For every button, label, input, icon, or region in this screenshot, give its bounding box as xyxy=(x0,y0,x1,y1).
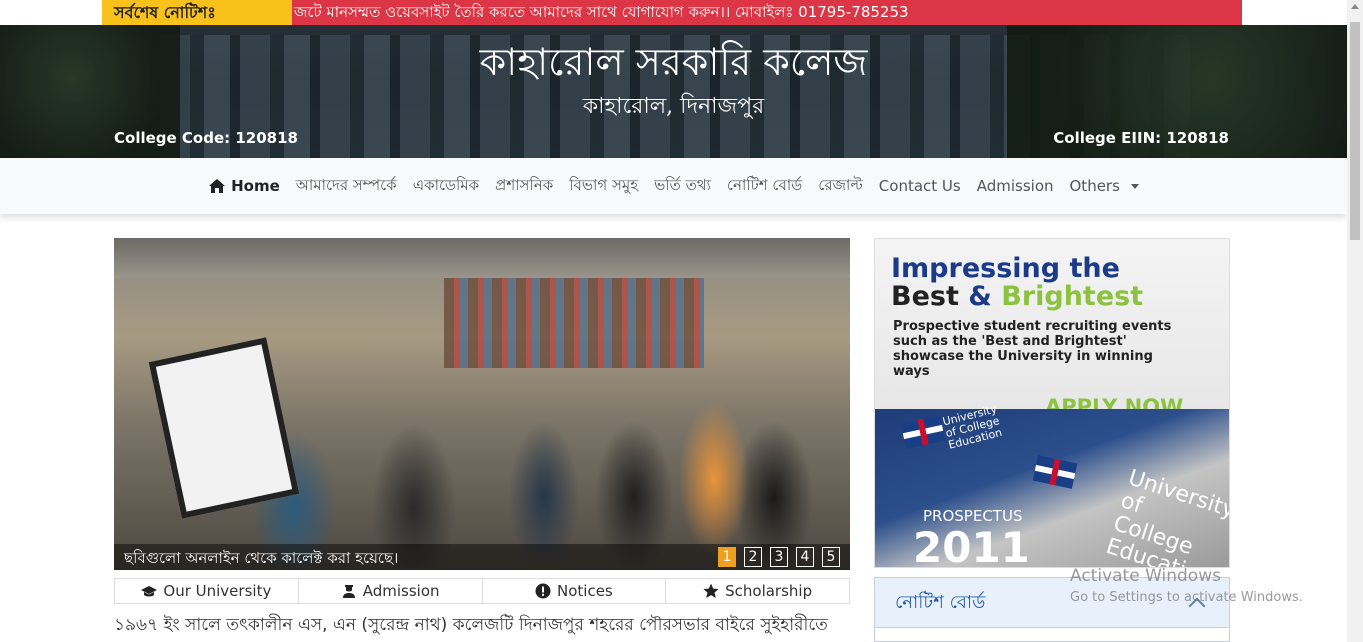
tab-scholarship-label: Scholarship xyxy=(725,582,813,600)
ad-year: 2011 xyxy=(913,523,1030,568)
college-eiin: College EIIN: 120818 xyxy=(1053,129,1229,147)
college-code: College Code: 120818 xyxy=(114,129,298,147)
slider-page-4[interactable]: 4 xyxy=(796,547,814,567)
nav-contact-us[interactable]: Contact Us xyxy=(871,177,969,195)
header-banner: কাহারোল সরকারি কলেজ কাহারোল, দিনাজপুর Co… xyxy=(0,25,1347,158)
home-icon xyxy=(209,179,226,193)
slider-page-5[interactable]: 5 xyxy=(822,547,840,567)
nav-notice-board[interactable]: নোটিশ বোর্ড xyxy=(719,174,810,199)
main-navbar: Home আমাদের সম্পর্কে একাডেমিক প্রশাসনিক … xyxy=(0,158,1347,214)
nav-others-dropdown[interactable]: Others xyxy=(1062,177,1147,195)
tab-our-university[interactable]: Our University xyxy=(115,579,299,603)
tab-notices[interactable]: Notices xyxy=(483,579,667,603)
scrollbar-thumb[interactable] xyxy=(1350,22,1360,240)
graduation-cap-icon xyxy=(141,586,158,597)
slider-page-1[interactable]: 1 xyxy=(718,547,736,567)
about-paragraph: ১৯৬৭ ইং সালে তৎকালীন এস, এন (সুরেন্দ্র ন… xyxy=(114,615,828,635)
nav-departments[interactable]: বিভাগ সমুহ xyxy=(561,174,646,199)
tab-notices-label: Notices xyxy=(557,582,613,600)
nav-home-label: Home xyxy=(231,177,280,195)
ad-body-text: Prospective student recruiting events su… xyxy=(893,319,1172,379)
nav-result[interactable]: রেজাল্ট xyxy=(810,174,871,199)
notice-board-title: নোটিশ বোর্ড xyxy=(895,592,986,613)
nav-others-label: Others xyxy=(1069,177,1120,195)
nav-academic[interactable]: একাডেমিক xyxy=(405,174,487,199)
tab-our-university-label: Our University xyxy=(163,582,272,600)
tab-admission[interactable]: Admission xyxy=(299,579,483,603)
notice-board-panel: নোটিশ বোর্ড xyxy=(874,577,1230,642)
slider-page-2[interactable]: 2 xyxy=(744,547,762,567)
nav-admission[interactable]: Admission xyxy=(969,177,1062,195)
slider-caption: ছবিগুলো অনলাইন থেকে কালেক্ট করা হয়েছে। xyxy=(124,549,399,567)
nav-administration[interactable]: প্রশাসনিক xyxy=(487,174,561,199)
ad-headline-2: Best & Brightest xyxy=(891,281,1144,312)
slide-bookshelves xyxy=(444,278,704,368)
nav-admission-info[interactable]: ভর্তি তথ্য xyxy=(646,174,719,199)
slider-pagination: 1 2 3 4 5 xyxy=(718,547,840,567)
notice-marquee-text[interactable]: জটে মানসম্মত ওয়েবসাইট তৈরি করতে আমাদের … xyxy=(292,0,1242,25)
exclamation-circle-icon xyxy=(535,583,551,599)
college-subtitle: কাহারোল, দিনাজপুর xyxy=(582,94,765,119)
notice-bar: সর্বশেষ নোটিশঃ জটে মানসম্মত ওয়েবসাইট তৈ… xyxy=(102,0,1242,25)
slider-page-3[interactable]: 3 xyxy=(770,547,788,567)
caret-down-icon xyxy=(1130,183,1139,189)
page-scrollbar[interactable] xyxy=(1347,0,1363,642)
tab-scholarship[interactable]: Scholarship xyxy=(666,579,849,603)
info-tabs: Our University Admission Notices Scholar… xyxy=(114,578,850,604)
scroll-up-arrow-icon[interactable] xyxy=(1351,4,1359,9)
notice-label: সর্বশেষ নোটিশঃ xyxy=(102,0,292,25)
image-slider[interactable]: ছবিগুলো অনলাইন থেকে কালেক্ট করা হয়েছে। … xyxy=(114,238,850,570)
ad-headline-1: Impressing the xyxy=(891,253,1120,284)
windows-activation-hint: Go to Settings to activate Windows. xyxy=(1070,590,1303,605)
nav-home[interactable]: Home xyxy=(200,177,288,195)
nav-about[interactable]: আমাদের সম্পর্কে xyxy=(288,174,405,199)
advertisement-banner[interactable]: Impressing the Best & Brightest Prospect… xyxy=(874,238,1230,568)
college-title: কাহারোল সরকারি কলেজ xyxy=(479,40,868,84)
slider-caption-bar: ছবিগুলো অনলাইন থেকে কালেক্ট করা হয়েছে। … xyxy=(114,544,850,570)
user-graduate-icon xyxy=(342,585,355,598)
tab-admission-label: Admission xyxy=(362,582,440,600)
windows-activation-watermark: Activate Windows xyxy=(1070,566,1221,586)
star-icon xyxy=(703,583,719,598)
